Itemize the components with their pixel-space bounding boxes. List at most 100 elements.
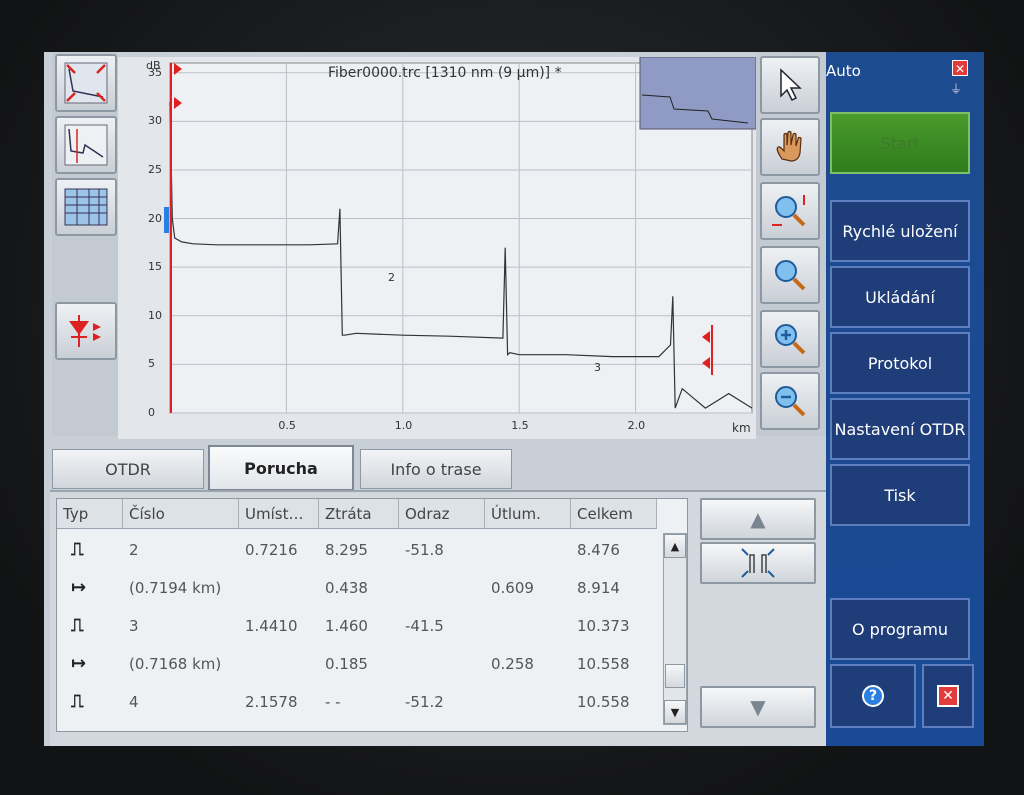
cell-odraz — [399, 645, 485, 683]
cell-odraz — [399, 569, 485, 607]
otdr-screen: Fiber0000.trc [1310 nm (9 µm)] * dB km 3… — [44, 52, 984, 746]
table-view-tool-button[interactable] — [55, 178, 117, 236]
col-umisteni[interactable]: Umíst… — [239, 499, 319, 529]
x-axis-unit: km — [732, 421, 751, 435]
col-ztrata[interactable]: Ztráta — [319, 499, 399, 529]
triangle-up-icon: ▲ — [750, 507, 766, 531]
cell-ztrata: 8.295 — [325, 541, 368, 559]
x-tick-label: 2.0 — [627, 419, 646, 432]
table-row[interactable]: ⎍ 4 2.1578 - - -51.2 10.558 — [57, 683, 657, 721]
cell-utlum: 0.258 — [491, 655, 534, 673]
zoom-in-icon — [775, 324, 806, 355]
y-tick-label: 35 — [148, 65, 162, 79]
result-tabs: OTDR Porucha Info o trase — [52, 445, 826, 491]
about-button[interactable]: O programu — [830, 598, 970, 660]
col-odraz[interactable]: Odraz — [399, 499, 485, 529]
save-button[interactable]: Ukládání — [830, 266, 970, 328]
tab-info-o-trase[interactable]: Info o trase — [360, 449, 512, 489]
zoom-reset-icon — [775, 260, 806, 291]
menu-title: Auto — [826, 62, 861, 80]
y-tick-label: 30 — [148, 114, 162, 128]
cell-ztrata: 0.185 — [325, 655, 368, 673]
power-plug-icon: ⏚ — [950, 82, 963, 96]
cell-utlum — [485, 683, 571, 721]
cursor-arrow-icon — [780, 68, 802, 102]
events-table: Typ Číslo Umíst… Ztráta Odraz Útlum. Cel… — [56, 498, 688, 732]
cell-cislo: (0.7168 km) — [129, 655, 222, 673]
cell-umist — [239, 569, 319, 607]
event-marker-tool-button[interactable] — [55, 302, 117, 360]
events-table-header: Typ Číslo Umíst… Ztráta Odraz Útlum. Cel… — [57, 499, 657, 529]
overview-inset — [639, 57, 756, 130]
cell-umist: 1.4410 — [245, 617, 298, 635]
zoom-to-event-button[interactable] — [700, 542, 816, 584]
x-tick-label: 1.5 — [511, 419, 529, 432]
trace-chart-svg — [164, 57, 756, 414]
cell-cislo: 2 — [129, 541, 139, 559]
otdr-settings-button[interactable]: Nastavení OTDR — [830, 398, 970, 460]
cell-utlum: 0.609 — [491, 579, 534, 597]
events-panel: Typ Číslo Umíst… Ztráta Odraz Útlum. Cel… — [50, 490, 826, 746]
cell-umist: 0.7216 — [245, 541, 298, 559]
right-toolbar — [756, 52, 826, 436]
y-tick-label: 10 — [148, 308, 162, 322]
zoom-fit-tool-button[interactable] — [760, 182, 820, 240]
cell-umist — [239, 645, 319, 683]
cell-utlum — [485, 607, 571, 645]
print-button[interactable]: Tisk — [830, 464, 970, 526]
table-row[interactable]: ↦ (0.7194 km) 0.438 0.609 8.914 — [57, 569, 657, 607]
menu-close-icon[interactable]: ✕ — [952, 60, 968, 76]
next-event-button[interactable]: ▼ — [700, 686, 816, 728]
hand-icon — [776, 130, 802, 162]
zoom-in-tool-button[interactable] — [760, 310, 820, 368]
table-side-buttons: ▲ ▼ — [700, 498, 818, 732]
zoom-out-icon — [775, 386, 806, 417]
col-cislo[interactable]: Číslo — [123, 499, 239, 529]
otdr-trace-graph[interactable]: Fiber0000.trc [1310 nm (9 µm)] * dB km 3… — [118, 57, 771, 439]
y-tick-label: 15 — [148, 260, 162, 274]
cell-odraz: -51.8 — [405, 541, 444, 559]
help-button[interactable]: ? — [830, 664, 916, 728]
cell-ztrata: - - — [325, 693, 341, 711]
col-utlum[interactable]: Útlum. — [485, 499, 571, 529]
pointer-tool-button[interactable] — [760, 56, 820, 114]
event-type-icon: ⎍ — [71, 691, 84, 712]
prev-event-button[interactable]: ▲ — [700, 498, 816, 540]
table-row[interactable]: ⎍ 2 0.7216 8.295 -51.8 8.476 — [57, 531, 657, 569]
event-number-label: 2 — [388, 271, 395, 284]
close-icon: ✕ — [937, 685, 959, 707]
tab-otdr[interactable]: OTDR — [52, 449, 204, 489]
table-scrollbar[interactable]: ▲ ▼ — [663, 533, 687, 725]
exit-button[interactable]: ✕ — [922, 664, 974, 728]
col-typ[interactable]: Typ — [57, 499, 123, 529]
scroll-down-arrow-icon[interactable]: ▼ — [664, 700, 686, 724]
col-celkem[interactable]: Celkem — [571, 499, 657, 529]
protocol-button[interactable]: Protokol — [830, 332, 970, 394]
event-marker-icon — [69, 315, 101, 347]
cell-odraz: -51.2 — [405, 693, 444, 711]
scroll-thumb[interactable] — [665, 664, 685, 688]
cell-cislo: (0.7194 km) — [129, 579, 222, 597]
table-grid-icon — [64, 188, 108, 226]
tab-porucha[interactable]: Porucha — [208, 445, 354, 491]
event-number-label: 3 — [594, 361, 601, 374]
zoom-1to1-tool-button[interactable] — [760, 246, 820, 304]
cell-celkem: 10.558 — [577, 655, 630, 673]
y-tick-label: 5 — [148, 357, 155, 371]
pan-tool-button[interactable] — [760, 118, 820, 176]
scroll-up-arrow-icon[interactable]: ▲ — [664, 534, 686, 558]
cell-ztrata: 0.438 — [325, 579, 368, 597]
main-menu: Auto ✕ ⏚ Start Rychlé uložení Ukládání P… — [826, 52, 984, 746]
x-tick-label: 1.0 — [394, 419, 413, 432]
table-row[interactable]: ⎍ 3 1.4410 1.460 -41.5 10.373 — [57, 607, 657, 645]
table-row[interactable]: ↦ (0.7168 km) 0.185 0.258 10.558 — [57, 645, 657, 683]
quick-save-button[interactable]: Rychlé uložení — [830, 200, 970, 262]
start-button[interactable]: Start — [830, 112, 970, 174]
event-type-icon: ↦ — [71, 577, 87, 598]
full-view-tool-button[interactable] — [55, 54, 117, 112]
cell-cislo: 3 — [129, 617, 139, 635]
cell-cislo: 4 — [129, 693, 139, 711]
left-toolbar — [52, 52, 118, 436]
zoom-out-tool-button[interactable] — [760, 372, 820, 430]
trace-view-tool-button[interactable] — [55, 116, 117, 174]
